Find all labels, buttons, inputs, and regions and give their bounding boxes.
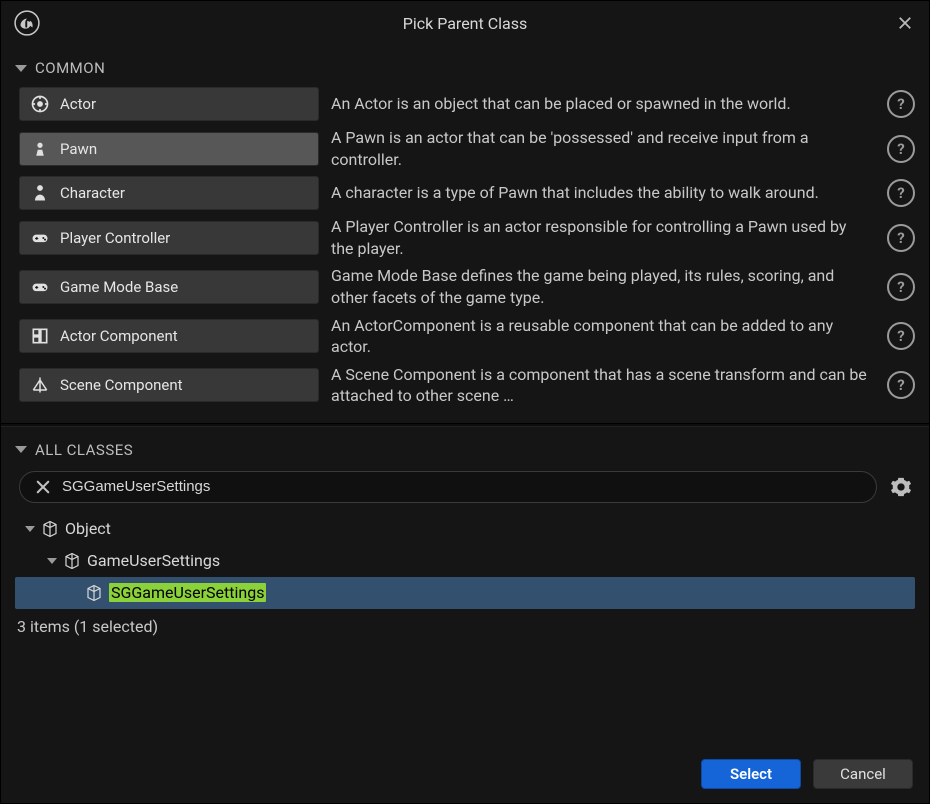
search-row [1,465,929,511]
common-class-row: Player Controller A Player Controller is … [19,216,915,259]
common-class-list: Actor An Actor is an object that can be p… [1,83,929,417]
common-class-row: Game Mode Base Game Mode Base defines the… [19,265,915,308]
close-button[interactable] [893,11,917,35]
class-button-character[interactable]: Character [19,176,319,210]
section-label: ALL CLASSES [35,441,133,459]
class-button-scene-component[interactable]: Scene Component [19,368,319,402]
class-button-actor[interactable]: Actor [19,87,319,121]
cube-icon [85,584,103,602]
class-description: A Player Controller is an actor responsi… [331,216,875,259]
unreal-logo-icon [13,9,41,37]
section-label: COMMON [35,59,105,77]
class-button-pawn[interactable]: Pawn [19,132,319,166]
button-bar: Select Cancel [1,749,929,803]
chevron-down-icon [15,65,27,72]
settings-button[interactable] [887,473,915,501]
help-button[interactable]: ? [887,90,915,118]
class-button-game-mode-base[interactable]: Game Mode Base [19,270,319,304]
tree-item-label: SGGameUserSettings [109,583,266,602]
class-tree: Object GameUserSettings SGGameUserSettings [1,511,929,613]
class-button-label: Actor [60,95,96,113]
class-button-label: Pawn [60,140,97,158]
class-button-actor-component[interactable]: Actor Component [19,319,319,353]
class-description: A Pawn is an actor that can be 'possesse… [331,127,875,170]
class-description: Game Mode Base defines the game being pl… [331,265,875,308]
common-class-row: Actor An Actor is an object that can be p… [19,87,915,121]
help-button[interactable]: ? [887,224,915,252]
section-header-common[interactable]: COMMON [1,53,929,83]
chevron-down-icon [15,446,27,453]
actor-icon [30,94,50,114]
common-class-row: Scene Component A Scene Component is a co… [19,364,915,407]
tree-item-object[interactable]: Object [15,513,915,545]
chevron-down-icon[interactable] [47,558,57,564]
tree-item-gameusersettings[interactable]: GameUserSettings [15,545,915,577]
clear-search-icon[interactable] [34,478,52,496]
cube-icon [63,552,81,570]
common-class-row: Pawn A Pawn is an actor that can be 'poss… [19,127,915,170]
component-icon [30,326,50,346]
help-button[interactable]: ? [887,179,915,207]
controller-icon [30,277,50,297]
class-button-label: Game Mode Base [60,278,178,296]
class-button-label: Actor Component [60,327,178,345]
class-button-player-controller[interactable]: Player Controller [19,221,319,255]
status-text: 3 items (1 selected) [1,613,929,644]
search-input[interactable] [62,478,862,495]
common-class-row: Actor Component An ActorComponent is a re… [19,315,915,358]
help-button[interactable]: ? [887,322,915,350]
tree-item-sggameusersettings[interactable]: SGGameUserSettings [15,577,915,609]
section-header-all-classes[interactable]: ALL CLASSES [1,435,929,465]
common-class-row: Character A character is a type of Pawn t… [19,176,915,210]
tree-item-label: GameUserSettings [87,551,220,570]
tree-item-label: Object [65,519,111,538]
class-button-label: Player Controller [60,229,170,247]
cube-icon [41,520,59,538]
help-button[interactable]: ? [887,135,915,163]
cancel-button[interactable]: Cancel [813,759,913,789]
help-button[interactable]: ? [887,273,915,301]
chevron-down-icon[interactable] [25,526,35,532]
class-description: An Actor is an object that can be placed… [331,93,875,115]
search-box[interactable] [19,471,877,503]
dialog-title: Pick Parent Class [1,14,929,33]
class-button-label: Character [60,184,125,202]
class-description: A character is a type of Pawn that inclu… [331,182,875,204]
pawn-icon [30,139,50,159]
section-divider [1,423,929,427]
select-button[interactable]: Select [701,759,801,789]
class-button-label: Scene Component [60,376,183,394]
titlebar: Pick Parent Class [1,1,929,45]
class-description: A Scene Component is a component that ha… [331,364,875,407]
class-description: An ActorComponent is a reusable componen… [331,315,875,358]
controller-icon [30,228,50,248]
character-icon [30,183,50,203]
pick-parent-class-dialog: Pick Parent Class COMMON Actor An Actor i… [0,0,930,804]
help-button[interactable]: ? [887,371,915,399]
scene-icon [30,375,50,395]
